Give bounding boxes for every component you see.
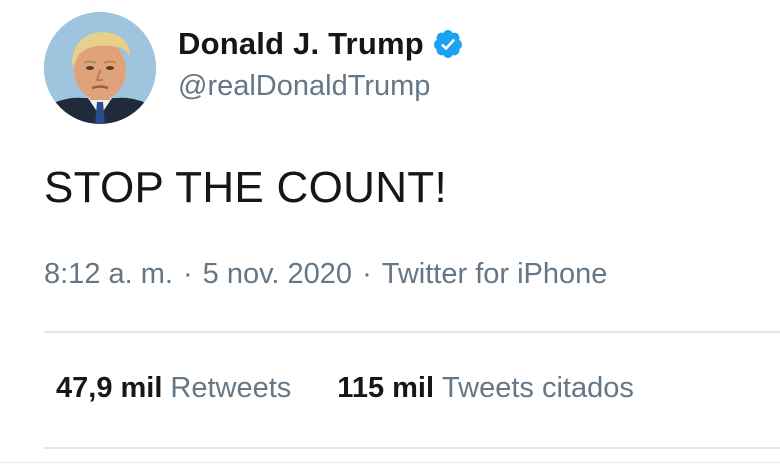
tweet-meta: 8:12 a. m. · 5 nov. 2020 · Twitter for iPhon… (44, 258, 607, 291)
tweet-source[interactable]: Twitter for iPhone (382, 258, 608, 290)
tweet-date[interactable]: 5 nov. 2020 (203, 258, 352, 290)
divider (44, 447, 780, 449)
bottom-edge (0, 462, 780, 463)
retweets-stat[interactable]: 47,9 mil Retweets (56, 372, 291, 405)
user-handle[interactable]: @realDonaldTrump (178, 70, 430, 103)
divider (44, 331, 780, 333)
tweet-text: STOP THE COUNT! (44, 163, 448, 212)
tweet-stats: 47,9 mil Retweets 115 mil Tweets citados (56, 372, 634, 405)
tweet-time[interactable]: 8:12 a. m. (44, 258, 173, 290)
meta-separator: · (182, 258, 193, 290)
retweets-count: 47,9 mil (56, 372, 163, 404)
tweet-card: Donald J. Trump @realDonaldTrump STOP TH… (0, 0, 780, 470)
profile-photo (44, 12, 156, 124)
meta-separator: · (362, 258, 372, 290)
verified-badge-icon (432, 28, 464, 60)
user-name-row: Donald J. Trump (178, 24, 464, 64)
display-name[interactable]: Donald J. Trump (178, 26, 424, 62)
retweets-label: Retweets (170, 372, 292, 404)
avatar[interactable] (44, 12, 156, 124)
quote-tweets-stat[interactable]: 115 mil Tweets citados (337, 372, 634, 405)
quote-tweets-count: 115 mil (337, 372, 435, 404)
quote-tweets-label: Tweets citados (442, 372, 634, 404)
